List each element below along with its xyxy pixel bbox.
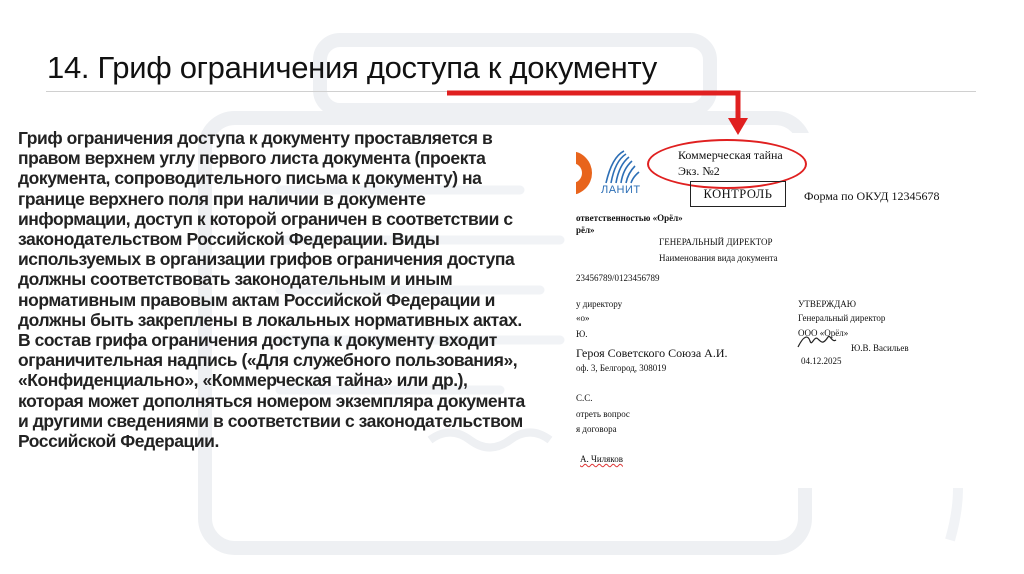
org-line-1: ответственностью «Орёл» xyxy=(576,213,683,223)
left-line-7: отреть вопрос xyxy=(576,409,630,419)
left-line-2: «о» xyxy=(576,313,590,323)
left-line-1: у директору xyxy=(576,299,623,309)
addressee-title: ГЕНЕРАЛЬНЫЙ ДИРЕКТОР xyxy=(659,237,773,247)
orel-logo-icon xyxy=(576,151,592,195)
document-sample: ЛАНИТ Коммерческая тайна Экз. №2 КОНТРОЛ… xyxy=(576,133,1004,488)
approve-name: Ю.В. Васильев xyxy=(851,343,909,353)
left-line-8: я договора xyxy=(576,424,617,434)
signature-icon xyxy=(797,335,837,348)
control-box: КОНТРОЛЬ xyxy=(690,181,786,207)
approve-position: Генеральный директор xyxy=(798,313,886,323)
stamp-line-2: Экз. №2 xyxy=(678,164,720,178)
left-line-9: А. Чиляков xyxy=(580,454,623,464)
slide-title: 14. Гриф ограничения доступа к документу xyxy=(47,50,657,85)
left-line-3: Ю. xyxy=(576,329,588,339)
document-type: Наименования вида документа xyxy=(659,253,778,263)
org-line-2: рёл» xyxy=(576,225,595,235)
left-line-5: оф. 3, Белгород, 308019 xyxy=(576,363,667,373)
left-line-4: Героя Советского Союза А.И. xyxy=(576,346,728,360)
body-paragraph: Гриф ограничения доступа к документу про… xyxy=(18,128,525,452)
registration-number: 23456789/0123456789 xyxy=(576,273,660,283)
title-divider xyxy=(46,91,976,92)
okud-form: Форма по ОКУД 12345678 xyxy=(804,189,940,203)
approve-date: 04.12.2025 xyxy=(801,356,842,366)
lanit-logo-text: ЛАНИТ xyxy=(601,184,641,196)
lanit-logo-icon xyxy=(605,150,640,184)
left-line-6: С.С. xyxy=(576,393,593,403)
approve-title: УТВЕРЖДАЮ xyxy=(798,299,857,309)
stamp-line-1: Коммерческая тайна xyxy=(678,148,783,162)
